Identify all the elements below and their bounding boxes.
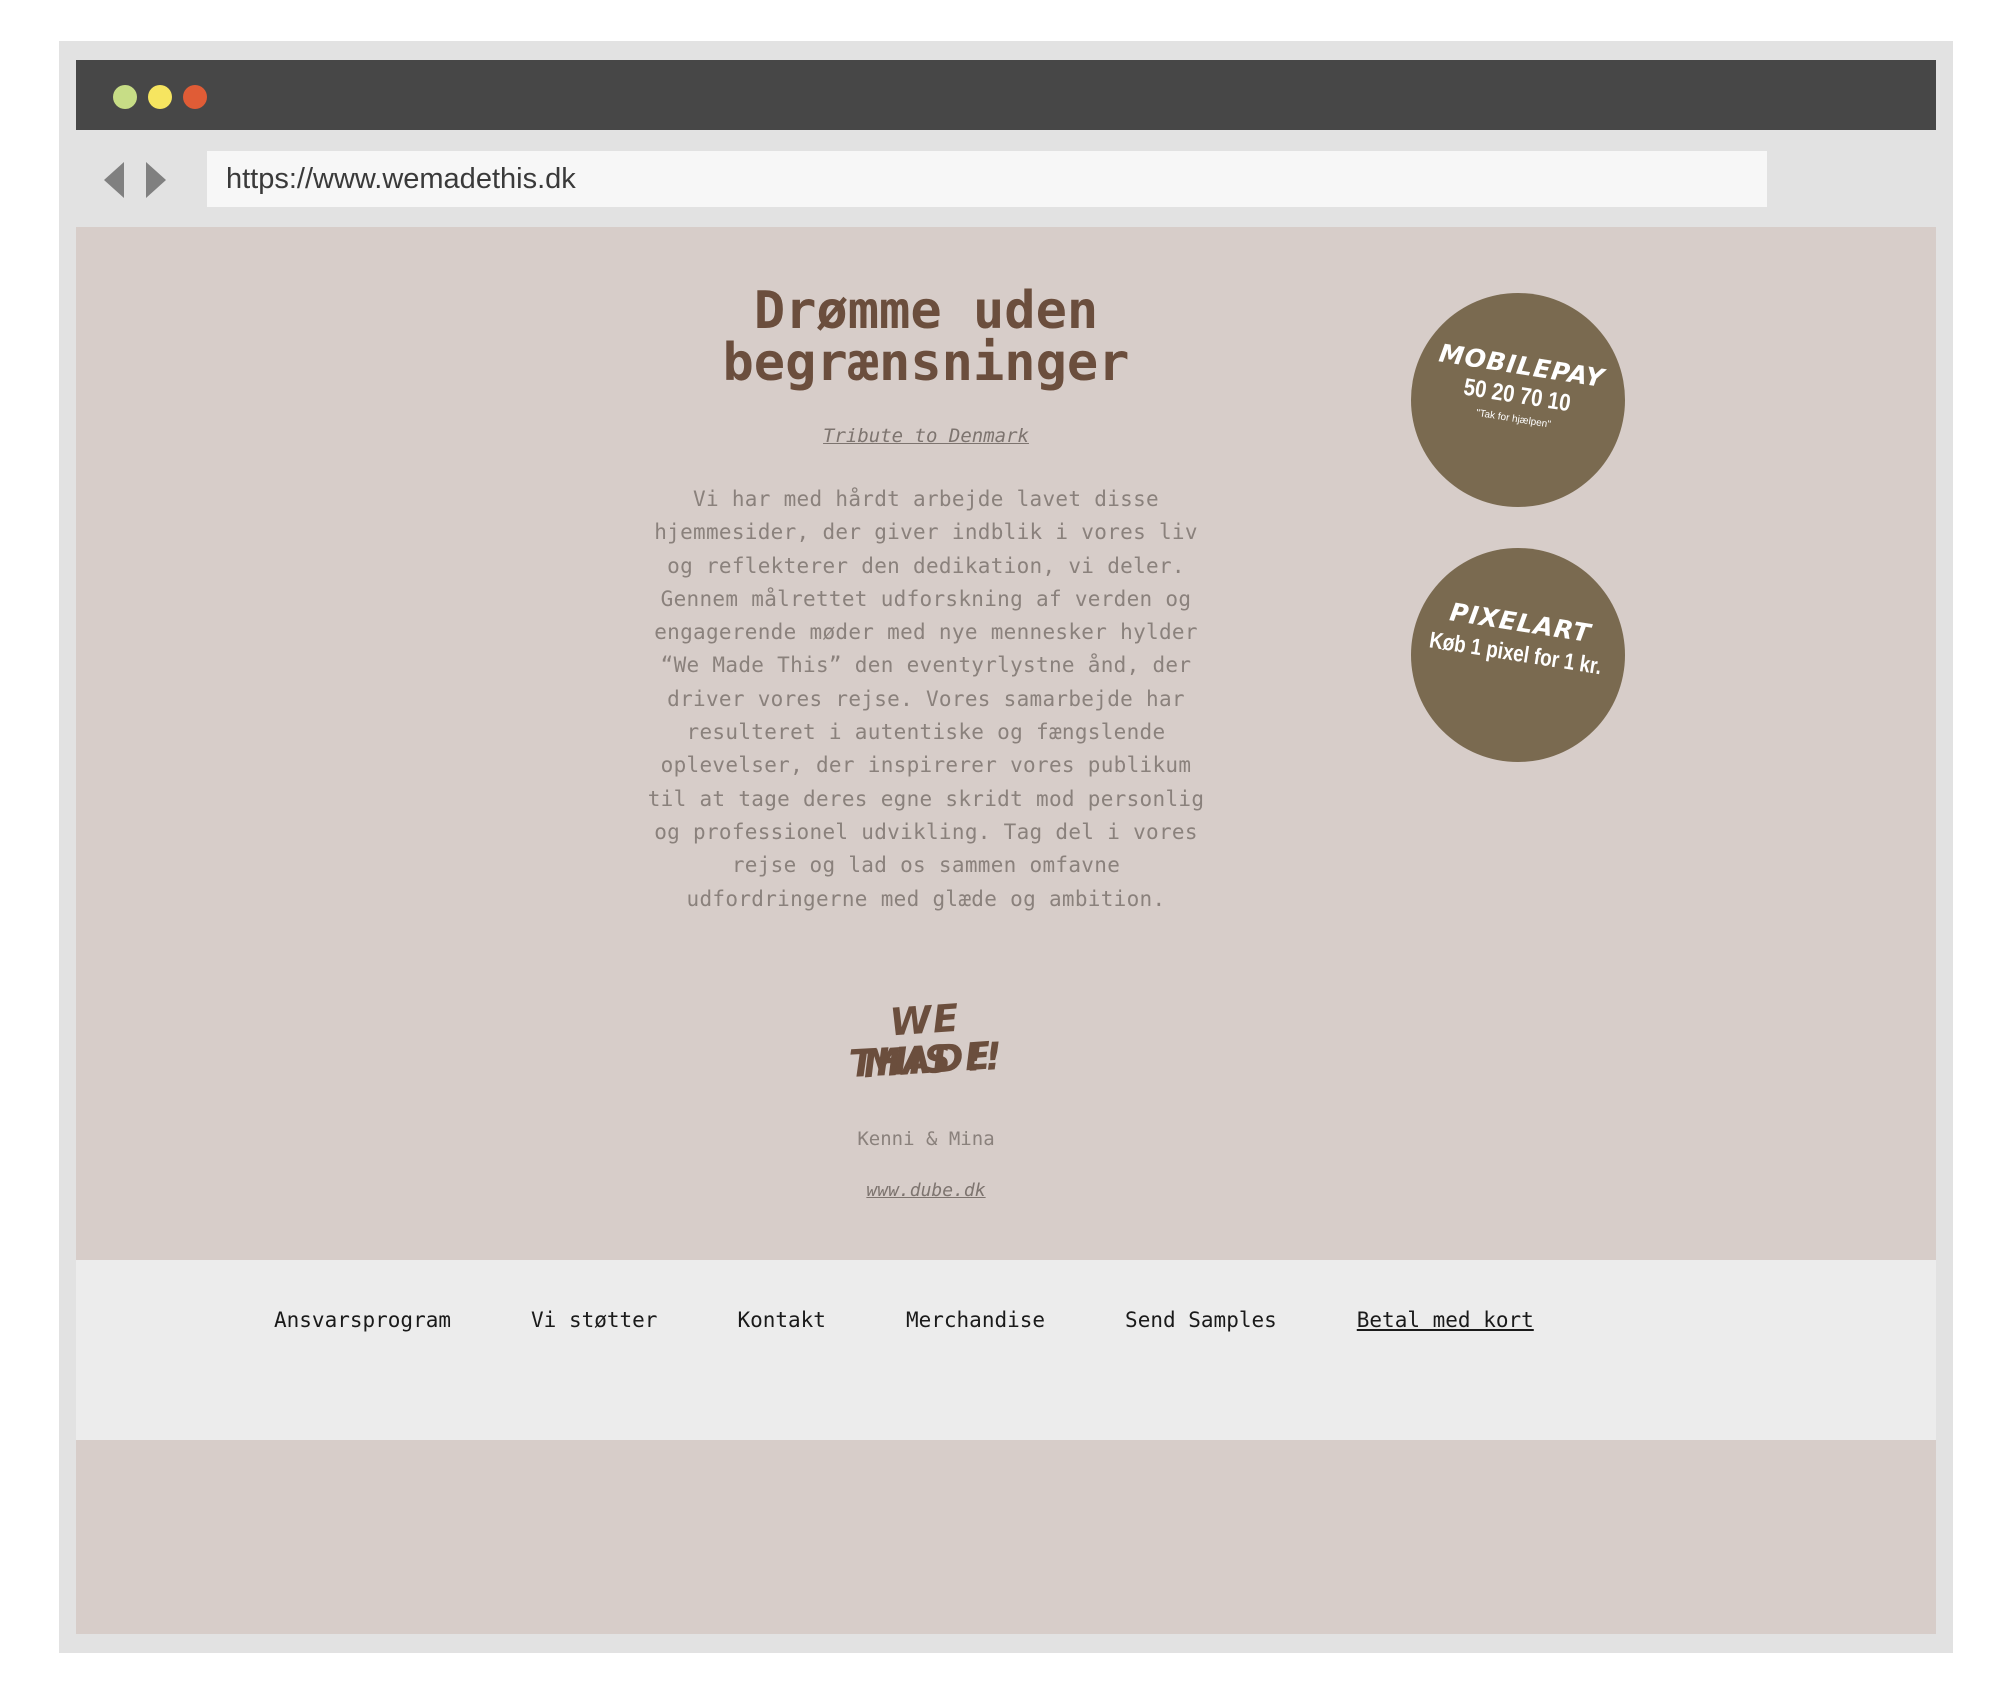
dube-link[interactable]: www.dube.dk <box>726 1180 1126 1201</box>
tribute-link[interactable]: Tribute to Denmark <box>576 425 1276 447</box>
browser-titlebar <box>76 60 1936 130</box>
footer-link-kontakt[interactable]: Kontakt <box>737 1303 826 1337</box>
page-title-line2: begrænsninger <box>722 333 1130 393</box>
footer-link-ansvarsprogram[interactable]: Ansvarsprogram <box>274 1303 451 1337</box>
address-bar[interactable]: https://www.wemadethis.dk <box>207 151 1767 207</box>
window-dot-green-icon[interactable] <box>113 85 137 109</box>
footer-bar <box>76 1260 1936 1440</box>
forward-arrow-icon[interactable] <box>146 162 166 198</box>
authors: Kenni & Mina <box>857 1128 995 1150</box>
window-dot-red-icon[interactable] <box>183 85 207 109</box>
page-title-line1: Drømme uden <box>753 281 1099 341</box>
mobilepay-badge[interactable]: MOBILEPAY 50 20 70 10 "Tak for hjælpen" <box>1411 293 1625 507</box>
footer-link-send-samples[interactable]: Send Samples <box>1125 1303 1277 1337</box>
intro-paragraph: Vi har med hårdt arbejde lavet disse hje… <box>647 487 1205 911</box>
footer-link-vi-stotter[interactable]: Vi støtter <box>531 1303 657 1337</box>
page-title: Drømme uden begrænsninger <box>576 285 1276 389</box>
footer-link-merchandise[interactable]: Merchandise <box>906 1303 1045 1337</box>
pixelart-badge[interactable]: PIXELART Køb 1 pixel for 1 kr. <box>1411 548 1625 762</box>
window-dot-yellow-icon[interactable] <box>148 85 172 109</box>
back-arrow-icon[interactable] <box>104 162 124 198</box>
footer-nav: Ansvarsprogram Vi støtter Kontakt Mercha… <box>274 1303 1534 1337</box>
logo-line2: THIS !! <box>847 1033 1005 1087</box>
we-made-this-logo: WE MADE THIS !! <box>826 996 1026 1100</box>
footer-link-betal-med-kort[interactable]: Betal med kort <box>1357 1303 1534 1337</box>
